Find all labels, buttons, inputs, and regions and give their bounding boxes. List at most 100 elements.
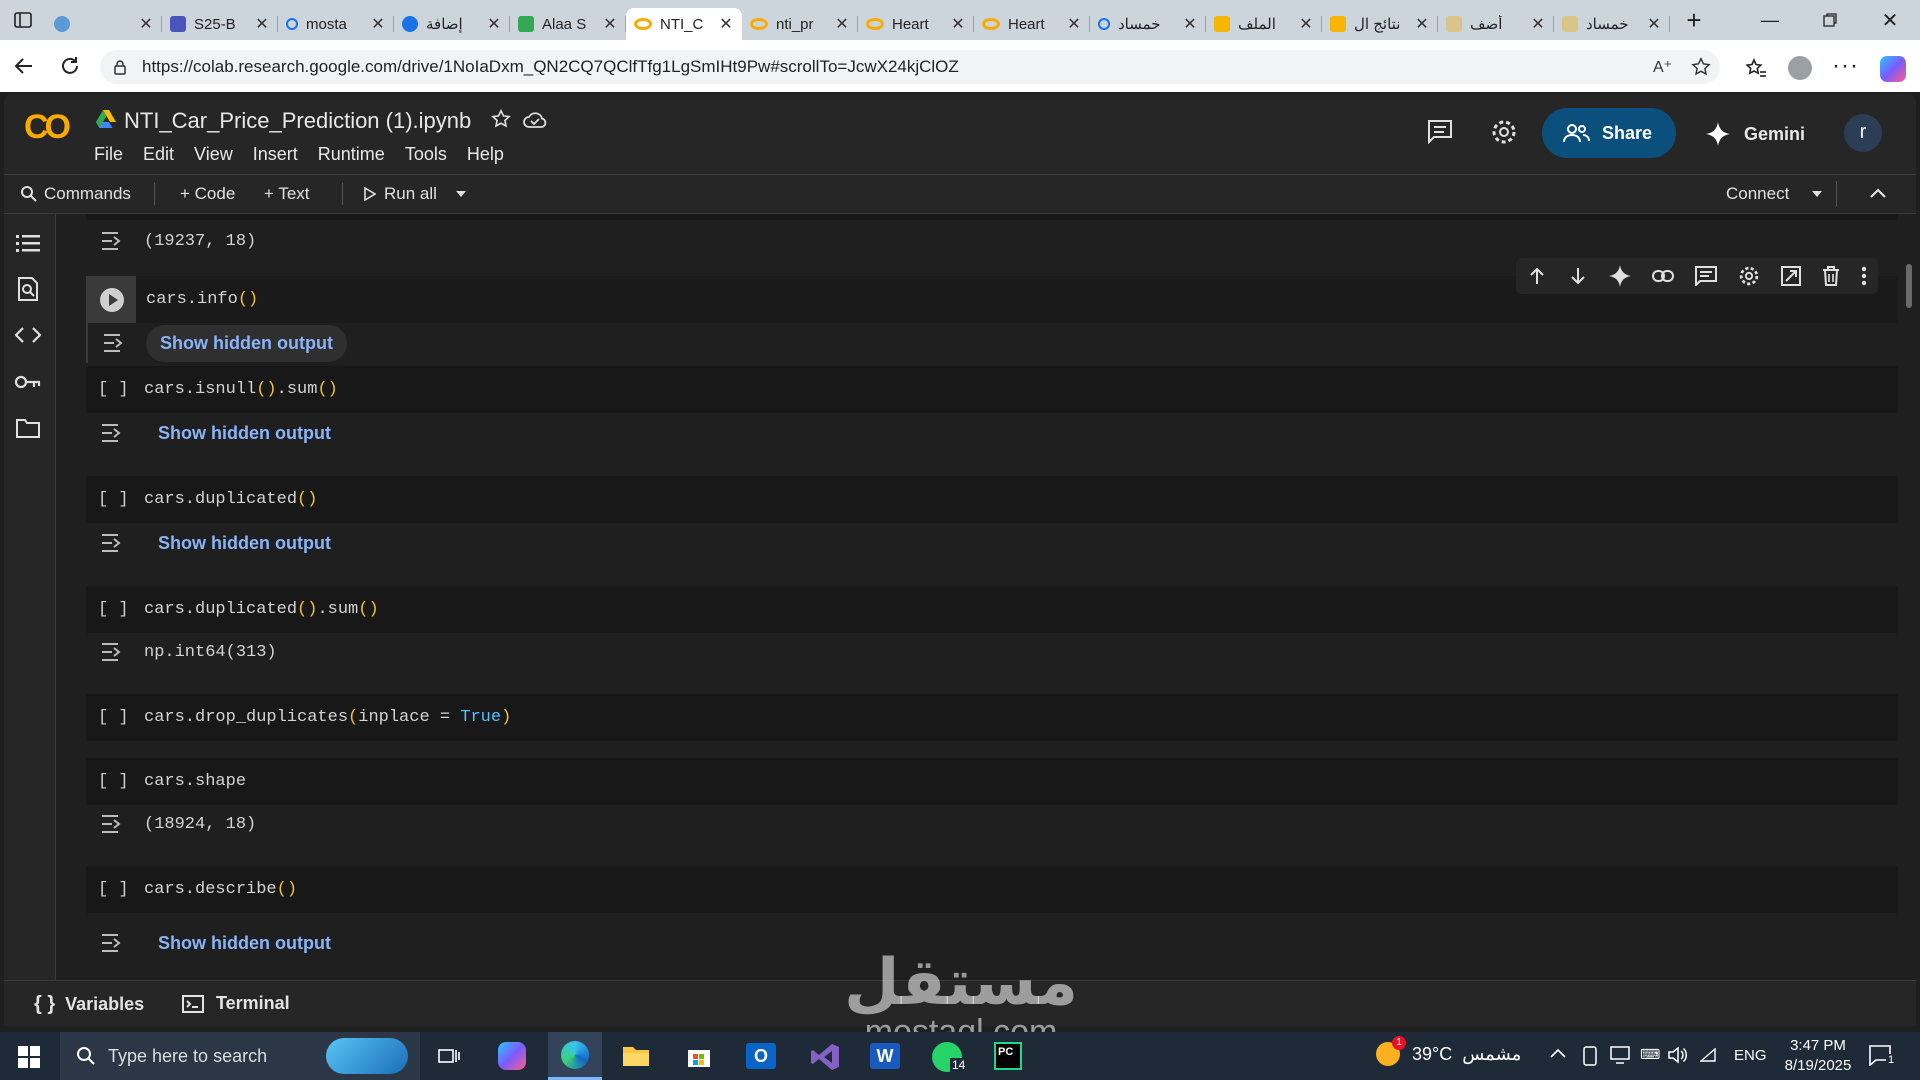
browser-tab[interactable]: الملف ✕ xyxy=(1206,8,1322,40)
browser-tab[interactable]: Alaa S ✕ xyxy=(510,8,626,40)
site-info-icon[interactable] xyxy=(112,59,128,75)
close-tab-icon[interactable]: ✕ xyxy=(370,14,386,34)
browser-tab[interactable]: NTI_C ✕ xyxy=(626,8,742,40)
comment-icon[interactable] xyxy=(1694,266,1717,286)
code-snippets-icon[interactable] xyxy=(15,326,41,344)
run-cell-button[interactable] xyxy=(88,276,136,323)
cell-execution-count[interactable]: [ ] xyxy=(86,772,144,791)
cell-settings-icon[interactable] xyxy=(1738,265,1760,287)
cloud-saved-icon[interactable] xyxy=(522,109,548,131)
browser-tab[interactable]: nti_pr ✕ xyxy=(742,8,858,40)
gemini-button[interactable]: Gemini xyxy=(1706,122,1805,146)
notebook-scrollbar[interactable] xyxy=(1906,264,1912,308)
comments-icon[interactable] xyxy=(1426,118,1454,144)
close-tab-icon[interactable]: ✕ xyxy=(486,14,502,34)
restore-button[interactable] xyxy=(1800,13,1860,27)
show-hidden-output-link[interactable]: Show hidden output xyxy=(144,925,345,962)
output-actions-icon[interactable] xyxy=(86,933,144,953)
browser-tab[interactable]: ✕ xyxy=(46,8,162,40)
menu-help[interactable]: Help xyxy=(467,144,504,165)
menu-insert[interactable]: Insert xyxy=(253,144,298,165)
copilot-icon[interactable] xyxy=(1880,56,1906,82)
favorite-star-icon[interactable] xyxy=(1690,56,1712,78)
close-window-button[interactable]: ✕ xyxy=(1860,8,1920,33)
word-icon[interactable]: W xyxy=(870,1043,900,1069)
share-button[interactable]: Share xyxy=(1542,108,1676,158)
new-tab-button[interactable]: + xyxy=(1676,4,1712,36)
browser-tab[interactable]: Heart ✕ xyxy=(974,8,1090,40)
browser-tab[interactable]: Heart ✕ xyxy=(858,8,974,40)
caret-down-icon[interactable] xyxy=(455,190,467,198)
code-cell[interactable]: [ ] cars.drop_duplicates(inplace = True) xyxy=(86,694,1898,741)
taskbar-search[interactable]: Type here to search xyxy=(60,1032,420,1080)
output-actions-icon[interactable] xyxy=(86,533,144,553)
menu-edit[interactable]: Edit xyxy=(143,144,174,165)
close-tab-icon[interactable]: ✕ xyxy=(138,14,154,34)
language-indicator[interactable]: ENG xyxy=(1734,1047,1767,1064)
output-actions-icon[interactable] xyxy=(86,423,144,443)
copilot-app-icon[interactable] xyxy=(498,1042,526,1070)
menu-runtime[interactable]: Runtime xyxy=(318,144,385,165)
output-actions-icon[interactable] xyxy=(86,642,144,662)
edge-app-icon[interactable] xyxy=(548,1032,602,1080)
table-of-contents-icon[interactable] xyxy=(16,234,40,254)
output-actions-icon[interactable] xyxy=(88,333,146,353)
close-tab-icon[interactable]: ✕ xyxy=(254,14,270,34)
tab-actions-icon[interactable] xyxy=(0,0,46,40)
add-code-button[interactable]: + Code xyxy=(180,184,235,204)
start-button[interactable] xyxy=(18,1046,40,1068)
secrets-key-icon[interactable] xyxy=(14,374,42,390)
close-tab-icon[interactable]: ✕ xyxy=(1182,14,1198,34)
visual-studio-icon[interactable] xyxy=(810,1043,840,1071)
code-cell[interactable]: [ ] cars.duplicated().sum() xyxy=(86,586,1898,633)
star-icon[interactable] xyxy=(490,108,512,130)
show-hidden-icons[interactable] xyxy=(1550,1048,1566,1058)
terminal-button[interactable]: Terminal xyxy=(182,993,290,1014)
pycharm-icon[interactable]: PC xyxy=(994,1042,1022,1070)
link-icon[interactable] xyxy=(1651,269,1674,283)
minimize-button[interactable]: — xyxy=(1740,10,1800,31)
settings-icon[interactable] xyxy=(1490,118,1518,146)
code-cell[interactable]: [ ] cars.shape xyxy=(86,758,1898,805)
clock[interactable]: 3:47 PM 8/19/2025 xyxy=(1778,1036,1858,1076)
gemini-sparkle-icon[interactable] xyxy=(1608,265,1631,287)
code-cell[interactable]: [ ] cars.duplicated() xyxy=(86,476,1898,523)
task-view-icon[interactable] xyxy=(438,1046,460,1066)
connect-button[interactable]: Connect xyxy=(1726,184,1823,204)
browser-tab[interactable]: أضف ✕ xyxy=(1438,8,1554,40)
output-actions-icon[interactable] xyxy=(86,231,144,251)
menu-tools[interactable]: Tools xyxy=(405,144,447,165)
cell-execution-count[interactable]: [ ] xyxy=(86,600,144,619)
wifi-icon[interactable] xyxy=(1700,1048,1716,1062)
show-hidden-output-link[interactable]: Show hidden output xyxy=(144,525,345,562)
keyboard-icon[interactable]: ⌨ xyxy=(1640,1046,1660,1063)
close-tab-icon[interactable]: ✕ xyxy=(602,14,618,34)
menu-view[interactable]: View xyxy=(194,144,233,165)
browser-tab[interactable]: mosta ✕ xyxy=(278,8,394,40)
user-avatar[interactable]: r xyxy=(1844,114,1882,152)
collapse-header-icon[interactable] xyxy=(1870,188,1886,198)
cell-execution-count[interactable]: [ ] xyxy=(86,380,144,399)
read-aloud-icon[interactable]: A⁺ xyxy=(1653,57,1672,77)
close-tab-icon[interactable]: ✕ xyxy=(1298,14,1314,34)
find-replace-icon[interactable] xyxy=(17,277,39,301)
close-tab-icon[interactable]: ✕ xyxy=(1414,14,1430,34)
outlook-icon[interactable]: O xyxy=(746,1043,776,1069)
show-hidden-output-link[interactable]: Show hidden output xyxy=(146,324,347,362)
browser-tab[interactable]: خمساد ✕ xyxy=(1554,8,1670,40)
close-tab-icon[interactable]: ✕ xyxy=(1646,14,1662,34)
variables-button[interactable]: { } Variables xyxy=(34,993,144,1016)
move-up-icon[interactable] xyxy=(1527,266,1547,286)
browser-tab[interactable]: خمساد ✕ xyxy=(1090,8,1206,40)
cell-execution-count[interactable]: [ ] xyxy=(86,708,144,727)
browser-tab[interactable]: S25-B ✕ xyxy=(162,8,278,40)
notebook-title[interactable]: NTI_Car_Price_Prediction (1).ipynb xyxy=(124,108,471,134)
output-actions-icon[interactable] xyxy=(86,814,144,834)
profile-icon[interactable] xyxy=(1788,56,1812,80)
close-tab-icon[interactable]: ✕ xyxy=(834,14,850,34)
browser-tab[interactable]: نتائج ال ✕ xyxy=(1322,8,1438,40)
code-cell[interactable]: [ ] cars.isnull().sum() xyxy=(86,366,1898,413)
show-hidden-output-link[interactable]: Show hidden output xyxy=(144,415,345,452)
browser-tab[interactable]: إضافة ✕ xyxy=(394,8,510,40)
device-icon[interactable] xyxy=(1582,1046,1598,1066)
